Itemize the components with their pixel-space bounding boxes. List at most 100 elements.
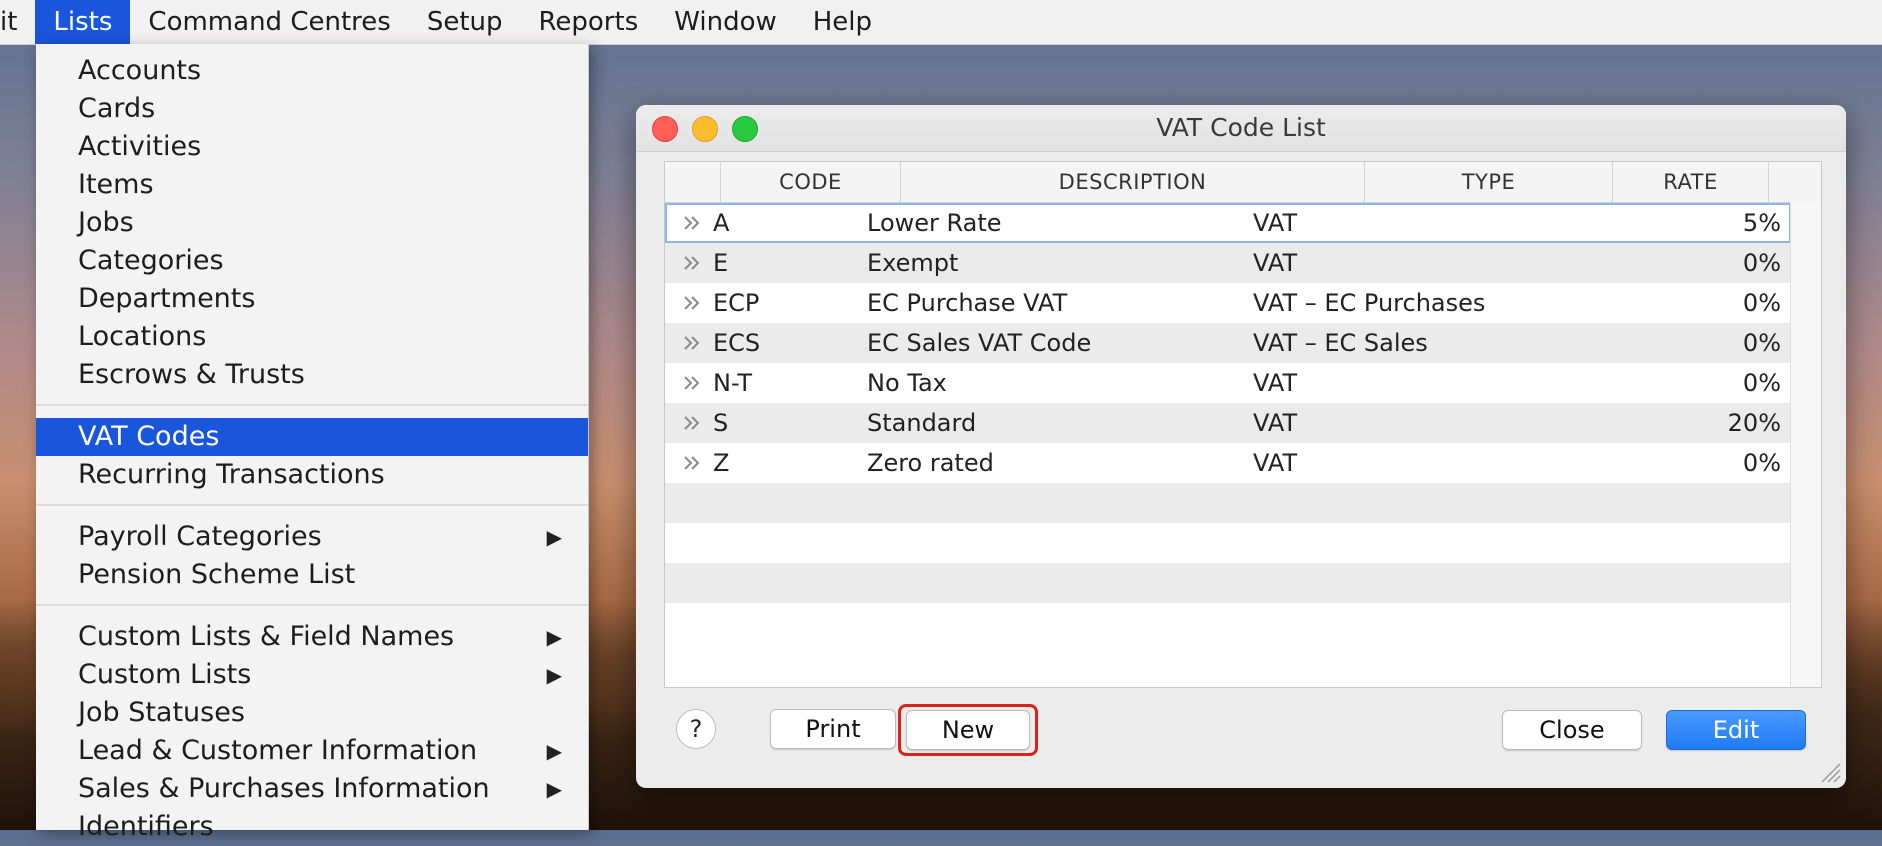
menu-item-job-statuses[interactable]: Job Statuses [36, 694, 588, 732]
menu-edit[interactable]: it [0, 0, 35, 44]
column-header-rate[interactable]: RATE [1613, 162, 1769, 202]
cell-rate: 0% [1742, 369, 1781, 397]
menu-item-accounts[interactable]: Accounts [36, 52, 588, 90]
table-row[interactable]: S Standard VAT 20% [665, 403, 1791, 443]
menu-item-recurring-transactions[interactable]: Recurring Transactions [36, 456, 588, 494]
resize-grip-icon[interactable] [1818, 760, 1842, 784]
menu-item-locations[interactable]: Locations [36, 318, 588, 356]
column-header-description[interactable]: DESCRIPTION [901, 162, 1365, 202]
menu-reports[interactable]: Reports [521, 0, 657, 44]
menu-separator [36, 504, 588, 506]
vat-code-list-window: VAT Code List CODE DESCRIPTION TYPE RATE… [636, 105, 1846, 788]
zoom-arrow-icon[interactable] [679, 323, 709, 363]
menu-item-label: Departments [78, 283, 256, 314]
zoom-arrow-icon[interactable] [679, 283, 709, 323]
cell-rate: 0% [1742, 289, 1781, 317]
submenu-arrow-icon: ▶ [546, 625, 562, 649]
menu-setup[interactable]: Setup [409, 0, 521, 44]
empty-table-row [665, 483, 1791, 523]
submenu-arrow-icon: ▶ [546, 663, 562, 687]
menu-item-vat-codes[interactable]: VAT Codes [36, 418, 588, 456]
menu-item-identifiers[interactable]: Identifiers [36, 808, 588, 846]
menu-item-label: Jobs [78, 207, 134, 238]
empty-table-row [665, 603, 1791, 643]
cell-description: Exempt [867, 249, 959, 277]
close-button[interactable]: Close [1502, 710, 1642, 750]
cell-code: ECS [713, 329, 761, 357]
menu-item-label: Categories [78, 245, 224, 276]
menu-item-sales-purchases-information[interactable]: Sales & Purchases Information ▶ [36, 770, 588, 808]
cell-type: VAT [1253, 209, 1298, 237]
menu-item-label: Accounts [78, 55, 202, 86]
menu-item-label: Pension Scheme List [78, 559, 356, 590]
menu-item-label: Sales & Purchases Information [78, 773, 490, 804]
column-header-code[interactable]: CODE [721, 162, 901, 202]
menu-item-label: VAT Codes [78, 421, 220, 452]
menu-item-escrows-trusts[interactable]: Escrows & Trusts [36, 356, 588, 394]
window-titlebar[interactable]: VAT Code List [636, 105, 1846, 152]
cell-description: Zero rated [867, 449, 994, 477]
menu-separator [36, 604, 588, 606]
new-button[interactable]: New [906, 710, 1030, 750]
menu-item-items[interactable]: Items [36, 166, 588, 204]
cell-code: E [713, 249, 729, 277]
empty-table-row [665, 523, 1791, 563]
menu-window[interactable]: Window [656, 0, 795, 44]
menu-item-categories[interactable]: Categories [36, 242, 588, 280]
cell-type: VAT [1253, 369, 1298, 397]
table-row[interactable]: ECS EC Sales VAT Code VAT – EC Sales 0% [665, 323, 1791, 363]
table-row[interactable]: A Lower Rate VAT 5% [665, 203, 1791, 243]
window-title: VAT Code List [1156, 113, 1326, 142]
cell-type: VAT [1253, 449, 1298, 477]
menu-item-label: Locations [78, 321, 207, 352]
zoom-arrow-icon[interactable] [679, 203, 709, 243]
cell-rate: 0% [1742, 329, 1781, 357]
cell-code: ECP [713, 289, 760, 317]
zoom-arrow-icon[interactable] [679, 403, 709, 443]
lists-dropdown-menu: Accounts Cards Activities Items Jobs Cat… [36, 44, 589, 842]
menu-item-label: Custom Lists & Field Names [78, 621, 455, 652]
cell-rate: 5% [1742, 209, 1781, 237]
column-header-type[interactable]: TYPE [1365, 162, 1613, 202]
menu-item-lead-customer-information[interactable]: Lead & Customer Information ▶ [36, 732, 588, 770]
menu-item-label: Escrows & Trusts [78, 359, 305, 390]
menu-item-cards[interactable]: Cards [36, 90, 588, 128]
submenu-arrow-icon: ▶ [546, 739, 562, 763]
empty-table-row [665, 563, 1791, 603]
zoom-arrow-icon[interactable] [679, 243, 709, 283]
print-button[interactable]: Print [770, 709, 896, 749]
submenu-arrow-icon: ▶ [546, 525, 562, 549]
table-row[interactable]: ECP EC Purchase VAT VAT – EC Purchases 0% [665, 283, 1791, 323]
menu-help[interactable]: Help [795, 0, 890, 44]
menu-item-activities[interactable]: Activities [36, 128, 588, 166]
menu-item-pension-scheme-list[interactable]: Pension Scheme List [36, 556, 588, 594]
submenu-arrow-icon: ▶ [546, 777, 562, 801]
help-button[interactable]: ? [676, 709, 716, 749]
cell-type: VAT – EC Purchases [1253, 289, 1486, 317]
menu-item-custom-lists[interactable]: Custom Lists ▶ [36, 656, 588, 694]
table-row[interactable]: Z Zero rated VAT 0% [665, 443, 1791, 483]
edit-button[interactable]: Edit [1666, 710, 1806, 750]
menu-item-custom-lists-field-names[interactable]: Custom Lists & Field Names ▶ [36, 618, 588, 656]
table-row[interactable]: N-T No Tax VAT 0% [665, 363, 1791, 403]
menu-item-label: Identifiers [78, 811, 214, 842]
menu-item-payroll-categories[interactable]: Payroll Categories ▶ [36, 518, 588, 556]
menu-item-label: Job Statuses [78, 697, 245, 728]
cell-type: VAT [1253, 409, 1298, 437]
table-scroll-gutter[interactable] [1790, 202, 1821, 687]
cell-code: A [713, 209, 730, 237]
menu-item-jobs[interactable]: Jobs [36, 204, 588, 242]
table-row[interactable]: E Exempt VAT 0% [665, 243, 1791, 283]
menu-item-departments[interactable]: Departments [36, 280, 588, 318]
column-header-spacer [665, 162, 721, 202]
menubar: it Lists Command Centres Setup Reports W… [0, 0, 1882, 45]
menu-command-centres[interactable]: Command Centres [130, 0, 408, 44]
table-header: CODE DESCRIPTION TYPE RATE [665, 162, 1821, 203]
menu-lists[interactable]: Lists [35, 0, 131, 44]
cell-rate: 0% [1742, 249, 1781, 277]
zoom-arrow-icon[interactable] [679, 443, 709, 483]
zoom-arrow-icon[interactable] [679, 363, 709, 403]
column-header-end [1769, 162, 1821, 202]
cell-description: EC Sales VAT Code [867, 329, 1092, 357]
menu-separator [36, 404, 588, 406]
